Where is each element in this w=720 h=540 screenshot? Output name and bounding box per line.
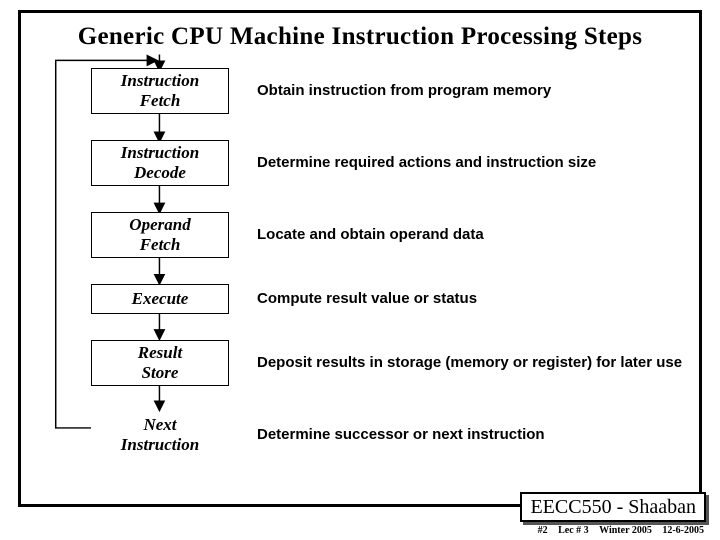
footer-term: Winter 2005 <box>599 525 652 536</box>
footer-course-box: EECC550 - Shaaban <box>520 492 706 522</box>
steps-container: Instruction Fetch Obtain instruction fro… <box>21 68 699 484</box>
step-line1: Execute <box>132 289 189 309</box>
step-desc: Compute result value or status <box>257 290 699 309</box>
step-box-result-store: Result Store <box>91 340 229 386</box>
step-row: Instruction Decode Determine required ac… <box>21 140 699 186</box>
step-row: Instruction Fetch Obtain instruction fro… <box>21 68 699 114</box>
step-row: Result Store Deposit results in storage … <box>21 340 699 386</box>
step-line1: Instruction <box>121 71 199 91</box>
step-line1: Next <box>143 415 176 435</box>
step-desc: Determine successor or next instruction <box>257 426 699 445</box>
step-line2: Fetch <box>140 235 181 255</box>
step-desc: Obtain instruction from program memory <box>257 82 699 101</box>
footer-lecture: Lec # 3 <box>558 525 589 536</box>
step-box-next-instruction: Next Instruction <box>91 412 229 458</box>
footer-date: 12-6-2005 <box>662 525 704 536</box>
step-box-operand-fetch: Operand Fetch <box>91 212 229 258</box>
step-row: Next Instruction Determine successor or … <box>21 412 699 458</box>
step-line2: Store <box>142 363 179 383</box>
step-line2: Decode <box>134 163 186 183</box>
slide-title: Generic CPU Machine Instruction Processi… <box>21 13 699 51</box>
step-line1: Operand <box>129 215 190 235</box>
step-desc: Determine required actions and instructi… <box>257 154 699 173</box>
step-box-fetch: Instruction Fetch <box>91 68 229 114</box>
step-line2: Instruction <box>121 435 199 455</box>
step-line1: Instruction <box>121 143 199 163</box>
step-box-execute: Execute <box>91 284 229 314</box>
step-row: Operand Fetch Locate and obtain operand … <box>21 212 699 258</box>
step-row: Execute Compute result value or status <box>21 284 699 314</box>
step-line1: Result <box>138 343 182 363</box>
slide-frame: Generic CPU Machine Instruction Processi… <box>18 10 702 507</box>
step-desc: Locate and obtain operand data <box>257 226 699 245</box>
footer-course: EECC550 - Shaaban <box>530 496 696 518</box>
step-box-decode: Instruction Decode <box>91 140 229 186</box>
footer-meta: #2 Lec # 3 Winter 2005 12-6-2005 <box>530 525 704 536</box>
step-desc: Deposit results in storage (memory or re… <box>257 354 699 373</box>
step-line2: Fetch <box>140 91 181 111</box>
footer-slide: #2 <box>538 525 548 536</box>
